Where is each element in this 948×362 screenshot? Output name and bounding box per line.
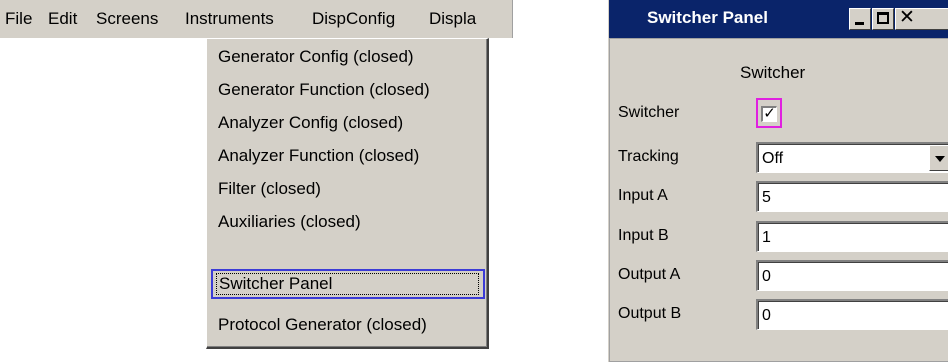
menu-dispconfig[interactable]: DispConfig [312,9,395,29]
menu-screens[interactable]: Screens [96,9,158,29]
menu-item-filter[interactable]: Filter (closed) [211,174,485,204]
row-input-b: Input B 1 [610,218,948,256]
menu-item-analyzer-function[interactable]: Analyzer Function (closed) [211,141,485,171]
menu-item-label: Generator Function (closed) [218,80,430,99]
chevron-down-icon [935,156,945,162]
output-b-field[interactable]: 0 [756,299,948,330]
row-output-a: Output A 0 [610,257,948,295]
close-icon: ✕ [899,7,915,28]
input-b-value: 1 [762,229,771,246]
output-b-value: 0 [762,307,771,324]
tracking-value: Off [762,150,784,167]
title-bar[interactable]: Switcher Panel ✕ [609,0,948,38]
row-input-a: Input A 5 [610,178,948,216]
menu-display[interactable]: Displa [429,9,476,29]
menu-item-switcher-panel[interactable]: Switcher Panel [211,269,485,299]
menu-item-label: Protocol Generator (closed) [218,315,427,334]
field-label: Switcher [618,104,680,121]
input-a-field[interactable]: 5 [756,181,948,212]
field-label: Tracking [618,148,679,165]
menu-item-analyzer-config[interactable]: Analyzer Config (closed) [211,108,485,138]
row-switcher: Switcher ✓ [610,95,948,133]
menu-instruments[interactable]: Instruments [185,9,274,29]
menu-item-label: Generator Config (closed) [218,47,414,66]
minimize-icon [855,22,864,25]
maximize-icon [877,12,889,24]
checkmark-icon: ✓ [763,105,776,122]
menu-item-protocol-generator[interactable]: Protocol Generator (closed) [211,310,485,340]
menu-item-label: Switcher Panel [216,273,479,295]
field-label: Output B [618,305,682,322]
menu-item-label: Auxiliaries (closed) [218,212,361,231]
window-title: Switcher Panel [647,8,768,27]
menu-edit[interactable]: Edit [48,9,77,29]
row-tracking: Tracking Off [610,139,948,177]
menu-item-label: Analyzer Config (closed) [218,113,404,132]
minimize-button[interactable] [849,8,871,30]
field-label: Input B [618,227,669,244]
section-title: Switcher [740,63,806,82]
output-a-field[interactable]: 0 [756,260,948,291]
input-b-field[interactable]: 1 [756,221,948,252]
maximize-button[interactable] [872,8,894,30]
switcher-checkbox[interactable]: ✓ [761,106,777,122]
menu-bar: File Edit Screens Instruments DispConfig… [0,0,513,38]
tracking-select[interactable]: Off [756,142,948,173]
menu-item-label: Filter (closed) [218,179,321,198]
menu-item-generator-config[interactable]: Generator Config (closed) [211,42,485,72]
dropdown-button[interactable] [929,145,948,171]
panel-body: Switcher Switcher ✓ Tracking Off Input A… [609,38,948,362]
field-label: Output A [618,266,681,283]
menu-item-auxiliaries[interactable]: Auxiliaries (closed) [211,207,485,237]
menu-file[interactable]: File [5,9,32,29]
switcher-panel-window: Switcher Panel ✕ Switcher Switcher ✓ Tra… [608,0,948,362]
menu-item-generator-function[interactable]: Generator Function (closed) [211,75,485,105]
close-button[interactable]: ✕ [895,8,948,30]
field-label: Input A [618,187,668,204]
row-output-b: Output B 0 [610,296,948,334]
menu-item-label: Analyzer Function (closed) [218,146,420,165]
output-a-value: 0 [762,268,771,285]
input-a-value: 5 [762,189,771,206]
instruments-dropdown: Generator Config (closed) Generator Func… [206,38,489,349]
switcher-checkbox-focus: ✓ [756,98,782,128]
